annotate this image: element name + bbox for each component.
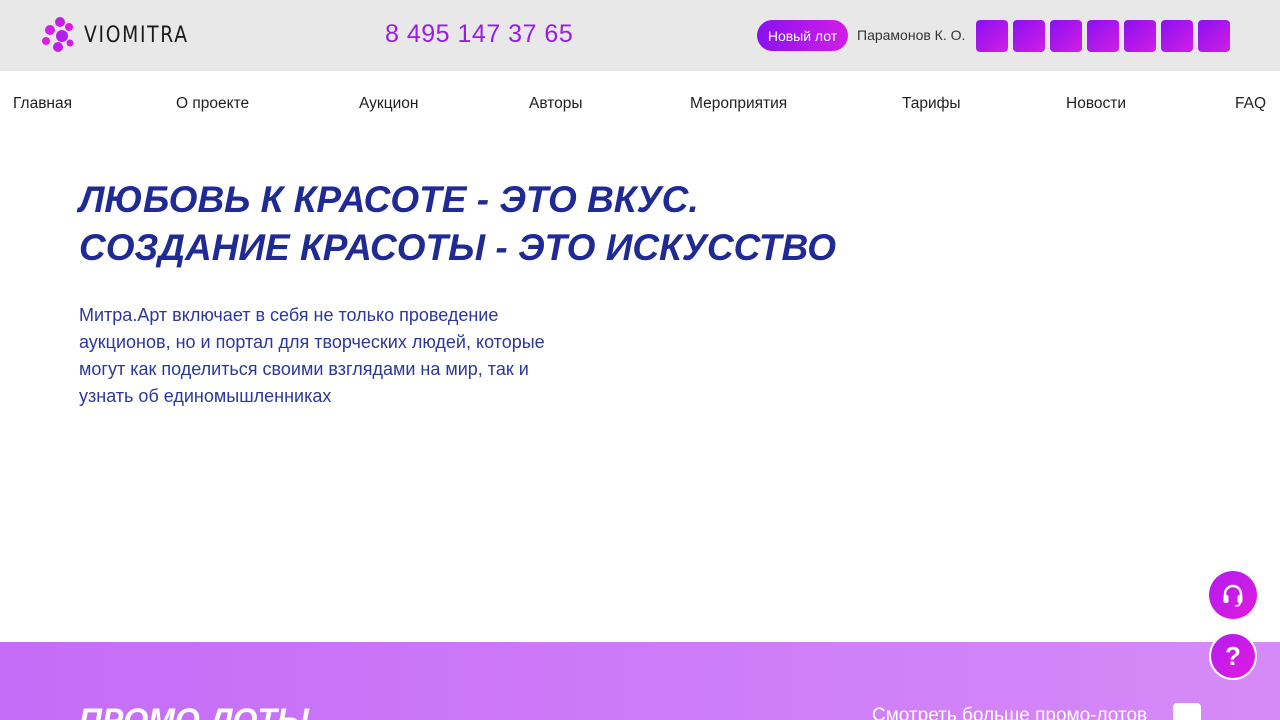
nav-item-events[interactable]: Мероприятия: [690, 95, 787, 113]
promo-section: ПРОМО-ЛОТЫ Смотреть больше промо-лотов: [0, 642, 1280, 720]
question-mark-icon: ?: [1225, 640, 1241, 671]
nav-item-about[interactable]: О проекте: [176, 95, 249, 113]
hero-title: ЛЮБОВЬ К КРАСОТЕ - ЭТО ВКУС. СОЗДАНИЕ КР…: [79, 176, 836, 272]
hero-description: Митра.Арт включает в себя не только пров…: [79, 305, 545, 406]
main-nav: Главная О проекте Аукцион Авторы Меропри…: [0, 95, 1280, 119]
viomitra-logo-icon: [42, 17, 74, 52]
promo-more-arrow-icon[interactable]: [1173, 703, 1201, 720]
social-icon-2[interactable]: [1013, 20, 1045, 52]
phone-number[interactable]: 8 495 147 37 65: [385, 20, 573, 49]
support-button[interactable]: [1209, 571, 1257, 619]
social-icon-5[interactable]: [1124, 20, 1156, 52]
social-icon-1[interactable]: [976, 20, 1008, 52]
nav-item-faq[interactable]: FAQ: [1235, 95, 1266, 113]
logo[interactable]: VIOMITRA: [40, 16, 207, 54]
social-icon-3[interactable]: [1050, 20, 1082, 52]
headset-icon: [1223, 584, 1243, 607]
promo-more-link[interactable]: Смотреть больше промо-лотов: [872, 705, 1147, 720]
nav-item-authors[interactable]: Авторы: [529, 95, 583, 113]
social-icon-6[interactable]: [1161, 20, 1193, 52]
nav-item-news[interactable]: Новости: [1066, 95, 1126, 113]
hero-title-line-2: СОЗДАНИЕ КРАСОТЫ - ЭТО ИСКУССТВО: [79, 227, 837, 268]
promo-title: ПРОМО-ЛОТЫ: [79, 702, 309, 720]
social-icon-4[interactable]: [1087, 20, 1119, 52]
help-button[interactable]: ?: [1209, 632, 1257, 680]
hero-title-line-1: ЛЮБОВЬ К КРАСОТЕ - ЭТО ВКУС.: [79, 179, 699, 220]
logo-text: VIOMITRA: [84, 22, 189, 48]
nav-item-home[interactable]: Главная: [13, 95, 72, 113]
social-icon-7[interactable]: [1198, 20, 1230, 52]
nav-item-auction[interactable]: Аукцион: [359, 95, 418, 113]
top-bar: VIOMITRA 8 495 147 37 65 Новый лот Парам…: [0, 0, 1280, 71]
nav-item-tariffs[interactable]: Тарифы: [902, 95, 961, 113]
social-icons: [976, 20, 1230, 52]
user-name-link[interactable]: Парамонов К. О.: [857, 27, 965, 43]
new-lot-button[interactable]: Новый лот: [757, 20, 848, 51]
